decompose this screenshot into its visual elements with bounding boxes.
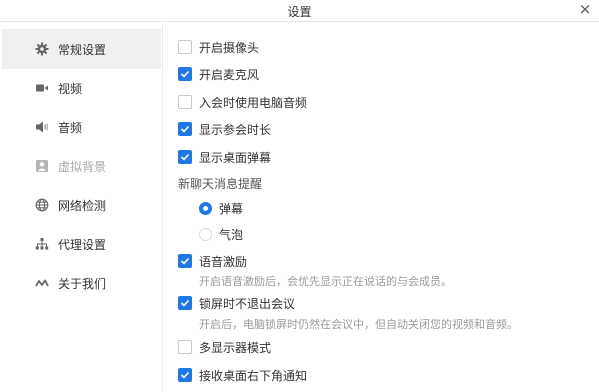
show-danmaku-label: 显示桌面弹幕 xyxy=(199,150,272,165)
sidebar-item-proxy[interactable]: 代理设置 xyxy=(2,224,161,264)
open-camera-option: 开启摄像头 xyxy=(178,38,259,56)
show-duration-option: 显示参会时长 xyxy=(178,120,271,138)
chat-reminder-danmaku-option: 弹幕 xyxy=(199,199,243,217)
sidebar-item-label: 网络检测 xyxy=(58,198,107,213)
sidebar-item-label: 常规设置 xyxy=(58,42,107,57)
close-icon[interactable]: × xyxy=(577,0,593,18)
sidebar-item-about[interactable]: 关于我们 xyxy=(2,263,161,303)
logo-icon xyxy=(35,276,49,290)
network-tree-icon xyxy=(35,237,49,251)
multi-display-option: 多显示器模式 xyxy=(178,338,271,356)
sidebar-item-virtual-background: 虚拟背景 xyxy=(2,146,161,186)
desktop-notice-label: 接收桌面右下角通知 xyxy=(199,368,308,383)
settings-window: 设置 × 常规设置 视频 音频 虚拟背景 网络检测 代理设置 关于我们 开启摄像… xyxy=(0,0,599,392)
use-pc-audio-checkbox[interactable] xyxy=(178,95,192,109)
voice-incentive-label: 语音激励 xyxy=(199,254,248,269)
sidebar-item-video[interactable]: 视频 xyxy=(2,68,161,108)
sidebar-item-general[interactable]: 常规设置 xyxy=(2,29,161,69)
open-mic-label: 开启麦克风 xyxy=(199,67,260,82)
danmaku-radio-label: 弹幕 xyxy=(219,201,244,216)
lock-no-exit-checkbox[interactable] xyxy=(178,296,192,310)
desktop-notice-checkbox[interactable] xyxy=(178,368,192,382)
chat-reminder-heading: 新聊天消息提醒 xyxy=(178,177,263,191)
sidebar-item-label: 视频 xyxy=(58,81,83,96)
voice-incentive-option: 语音激励 xyxy=(178,252,247,270)
bubble-radio-label: 气泡 xyxy=(219,227,244,242)
desktop-notice-option: 接收桌面右下角通知 xyxy=(178,366,307,384)
danmaku-radio[interactable] xyxy=(199,201,212,215)
use-pc-audio-option: 入会时使用电脑音频 xyxy=(178,93,307,111)
title-bar: 设置 × xyxy=(0,0,599,22)
portrait-icon xyxy=(35,159,49,173)
sidebar-item-label: 音频 xyxy=(58,120,83,135)
bubble-radio[interactable] xyxy=(199,227,212,241)
open-mic-checkbox[interactable] xyxy=(178,67,192,81)
sidebar-item-label: 关于我们 xyxy=(58,276,107,291)
open-mic-option: 开启麦克风 xyxy=(178,65,259,83)
window-title: 设置 xyxy=(287,5,312,19)
lock-no-exit-label: 锁屏时不退出会议 xyxy=(199,296,296,311)
multi-display-checkbox[interactable] xyxy=(178,340,192,354)
show-duration-label: 显示参会时长 xyxy=(199,122,272,137)
sidebar-item-network-check[interactable]: 网络检测 xyxy=(2,185,161,225)
globe-icon xyxy=(35,198,49,212)
open-camera-label: 开启摄像头 xyxy=(199,40,260,55)
voice-incentive-description: 开启语音激励后，会优先显示正在说话的与会成员。 xyxy=(199,275,452,288)
general-settings-panel: 开启摄像头 开启麦克风 入会时使用电脑音频 显示参会时长 显示桌面弹幕 新聊天消… xyxy=(164,23,599,392)
gear-icon xyxy=(35,42,49,56)
show-danmaku-checkbox[interactable] xyxy=(178,150,192,164)
chat-reminder-bubble-option: 气泡 xyxy=(199,225,243,243)
sidebar-item-label: 虚拟背景 xyxy=(58,159,107,174)
sidebar-item-audio[interactable]: 音频 xyxy=(2,107,161,147)
open-camera-checkbox[interactable] xyxy=(178,40,192,54)
use-pc-audio-label: 入会时使用电脑音频 xyxy=(199,95,308,110)
video-camera-icon xyxy=(35,81,49,95)
lock-no-exit-description: 开启后，电脑锁屏时仍然在会议中，但自动关闭您的视频和音频。 xyxy=(199,318,518,331)
multi-display-label: 多显示器模式 xyxy=(199,340,272,355)
sidebar-item-label: 代理设置 xyxy=(58,237,107,252)
show-duration-checkbox[interactable] xyxy=(178,122,192,136)
voice-incentive-checkbox[interactable] xyxy=(178,254,192,268)
show-danmaku-option: 显示桌面弹幕 xyxy=(178,148,271,166)
settings-sidebar: 常规设置 视频 音频 虚拟背景 网络检测 代理设置 关于我们 xyxy=(0,23,163,392)
lock-no-exit-option: 锁屏时不退出会议 xyxy=(178,294,295,312)
speaker-icon xyxy=(35,120,49,134)
